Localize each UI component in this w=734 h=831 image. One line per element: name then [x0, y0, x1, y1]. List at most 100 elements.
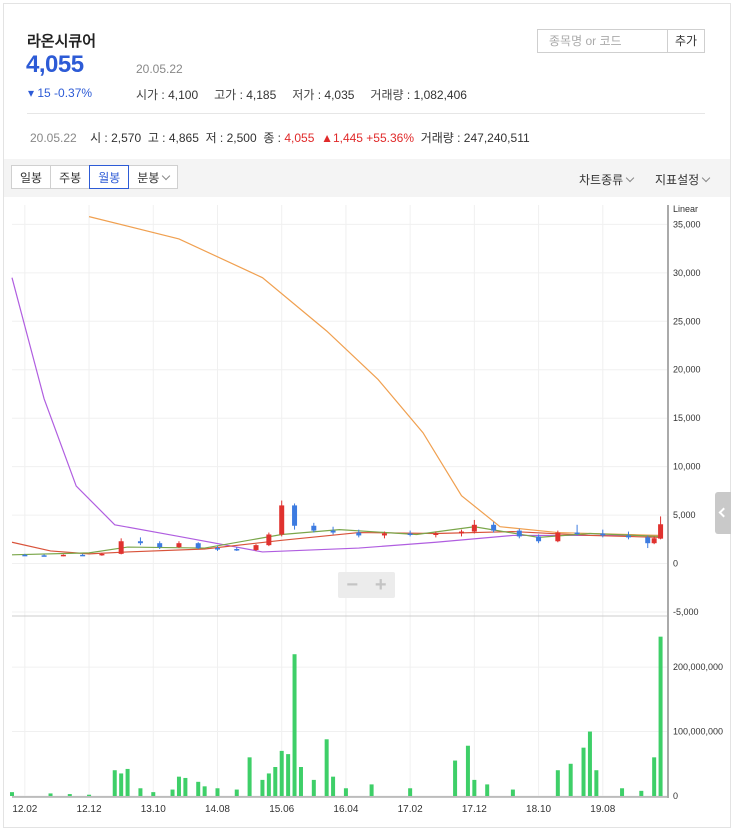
candle-body	[157, 543, 163, 548]
candle-body	[99, 553, 105, 556]
volume-bar	[112, 770, 117, 796]
candle-body	[330, 530, 336, 533]
scale-label: Linear	[673, 204, 698, 214]
y-tick-label: 5,000	[673, 510, 696, 520]
zoom-in-button[interactable]: +	[367, 572, 396, 598]
zoom-control: − +	[338, 572, 395, 598]
volume-bar	[652, 757, 657, 796]
x-tick-label: 13.10	[141, 804, 166, 815]
volume-tick-label: 100,000,000	[673, 727, 723, 737]
volume-bar	[176, 776, 181, 796]
volume-bar	[343, 788, 348, 796]
volume-bar	[453, 760, 458, 796]
volume-bar	[67, 794, 72, 796]
volume-bar	[465, 745, 470, 796]
candle-body	[651, 538, 657, 544]
zoom-out-button[interactable]: −	[338, 572, 367, 598]
volume-bar	[170, 789, 175, 796]
moving-average-orange	[88, 216, 661, 537]
candle-body	[41, 555, 47, 557]
volume-bar	[273, 767, 278, 796]
candle-body	[645, 537, 651, 544]
candle-body	[491, 524, 497, 531]
candle-body	[234, 549, 240, 551]
volume-bar	[125, 768, 130, 796]
moving-average-purple	[11, 277, 661, 553]
candle-body	[266, 534, 272, 546]
volume-bar	[183, 777, 188, 796]
candle-body	[80, 554, 86, 557]
volume-bar	[138, 788, 143, 796]
candle-body	[311, 525, 317, 531]
candle-body	[574, 532, 580, 535]
volume-bar	[620, 788, 625, 796]
volume-bar	[202, 786, 207, 796]
candle-body	[433, 533, 439, 536]
volume-bar	[286, 754, 291, 796]
volume-bar	[247, 757, 252, 796]
side-panel-toggle[interactable]	[715, 492, 731, 534]
y-tick-label: 15,000	[673, 413, 701, 423]
volume-bar	[331, 776, 336, 796]
x-tick-label: 15.06	[269, 804, 294, 815]
y-tick-label: 10,000	[673, 462, 701, 472]
volume-bar	[215, 788, 220, 796]
x-tick-label: 12.12	[77, 804, 102, 815]
y-tick-label: -5,000	[673, 607, 699, 617]
volume-bar	[658, 636, 663, 796]
volume-bar	[311, 779, 316, 796]
chevron-left-icon	[718, 507, 729, 518]
moving-average-green	[11, 526, 661, 556]
volume-bar	[234, 789, 239, 796]
x-tick-label: 19.08	[590, 804, 615, 815]
volume-bar	[639, 790, 644, 796]
volume-bar	[472, 779, 477, 796]
x-tick-label: 16.04	[333, 804, 358, 815]
candle-body	[658, 524, 664, 539]
price-chart[interactable]: 12.02 12.12 13.10 14.08 15.06 16.04 17.02 17.12…	[0, 0, 734, 831]
candle-body	[625, 535, 631, 538]
volume-bar	[87, 794, 92, 796]
y-tick-label: 30,000	[673, 268, 701, 278]
volume-bar	[555, 770, 560, 796]
volume-bar	[581, 747, 586, 796]
volume-bar	[260, 779, 265, 796]
candle-body	[253, 545, 259, 550]
candle-body	[555, 532, 561, 542]
tab-monthly[interactable]: 월봉	[89, 165, 130, 189]
candle-body	[176, 543, 182, 548]
volume-bar	[279, 750, 284, 796]
volume-bar	[510, 789, 515, 796]
volume-tick-label: 0	[673, 791, 678, 801]
volume-bar	[119, 773, 124, 796]
x-tick-label: 14.08	[205, 804, 230, 815]
candle-body	[137, 541, 143, 544]
x-tick-label: 18.10	[526, 804, 551, 815]
volume-bar	[568, 763, 573, 796]
volume-bar	[587, 731, 592, 796]
candle-body	[214, 548, 220, 550]
volume-bar	[48, 793, 53, 796]
candle-body	[60, 554, 66, 557]
y-tick-label: 0	[673, 559, 678, 569]
candle-body	[292, 505, 298, 526]
candle-body	[118, 541, 124, 554]
volume-tick-label: 200,000,000	[673, 662, 723, 672]
volume-bar	[266, 773, 271, 796]
volume-bar	[485, 784, 490, 796]
volume-bar	[298, 767, 303, 796]
y-tick-label: 25,000	[673, 316, 701, 326]
candle-body	[536, 536, 542, 542]
volume-bar	[369, 784, 374, 796]
volume-bar	[292, 654, 297, 796]
volume-bar	[10, 792, 14, 796]
x-tick-label: 17.02	[398, 804, 423, 815]
candle-body	[356, 532, 362, 536]
candle-body	[471, 524, 477, 532]
volume-bar	[594, 770, 599, 796]
volume-bar	[324, 739, 329, 796]
y-tick-label: 35,000	[673, 219, 701, 229]
y-tick-label: 20,000	[673, 365, 701, 375]
x-tick-label: 17.12	[462, 804, 487, 815]
candle-body	[407, 533, 413, 536]
